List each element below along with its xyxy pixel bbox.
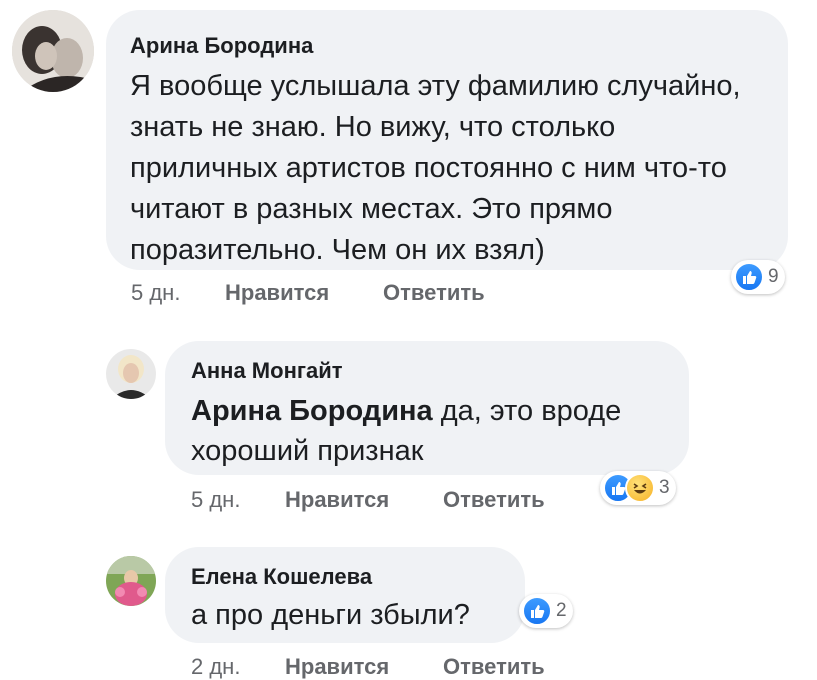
reply-button[interactable]: Ответить <box>383 280 485 306</box>
reaction-count: 9 <box>768 266 779 287</box>
comment-author[interactable]: Анна Монгайт <box>191 357 663 385</box>
like-icon <box>522 596 552 626</box>
mention-link[interactable]: Арина Бородина <box>191 395 433 427</box>
reaction-count: 3 <box>659 477 670 498</box>
haha-icon <box>625 473 655 503</box>
comment-bubble: Анна Монгайт Арина Бородина да, это врод… <box>165 341 689 475</box>
comment-text: Я вообще услышала эту фамилию случайно, … <box>130 70 741 266</box>
reaction-count: 2 <box>556 600 567 621</box>
like-button[interactable]: Нравится <box>285 487 389 513</box>
like-button[interactable]: Нравится <box>285 654 389 680</box>
like-button[interactable]: Нравится <box>225 280 329 306</box>
like-icon <box>734 262 764 292</box>
comment-time[interactable]: 2 дн. <box>191 654 240 680</box>
reply-button[interactable]: Ответить <box>443 654 545 680</box>
comment-bubble: Арина Бородина Я вообще услышала эту фам… <box>106 10 788 270</box>
comment-time[interactable]: 5 дн. <box>191 487 240 513</box>
comment-text: Арина Бородина да, это вроде хороший при… <box>191 391 663 471</box>
reactions-summary[interactable]: 3 <box>600 471 676 505</box>
comment-author[interactable]: Арина Бородина <box>130 32 764 60</box>
comment-author[interactable]: Елена Кошелева <box>191 563 499 591</box>
comment-bubble: Елена Кошелева а про деньги збыли? <box>165 547 525 643</box>
reactions-summary[interactable]: 2 <box>519 594 573 628</box>
reactions-summary[interactable]: 9 <box>731 260 785 294</box>
reply-button[interactable]: Ответить <box>443 487 545 513</box>
comment-time[interactable]: 5 дн. <box>131 280 180 306</box>
avatar[interactable] <box>106 556 156 606</box>
comment-text: а про деньги збыли? <box>191 599 470 631</box>
avatar[interactable] <box>106 349 156 399</box>
avatar[interactable] <box>12 10 94 92</box>
